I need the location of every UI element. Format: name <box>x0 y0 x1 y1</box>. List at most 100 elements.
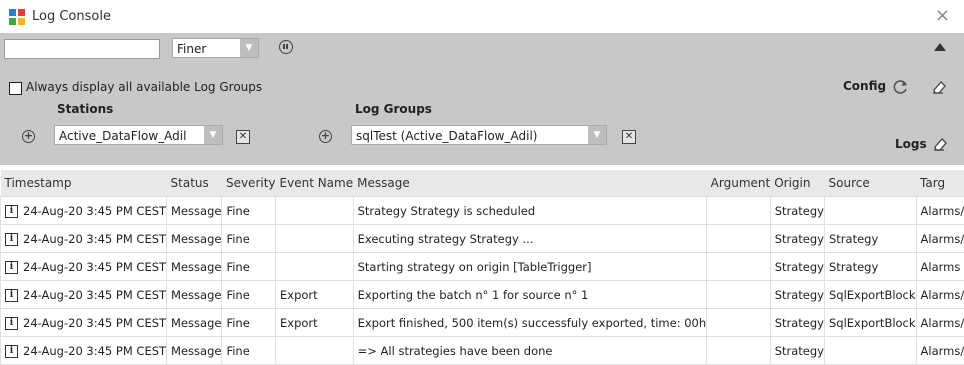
table-cell: i24-Aug-20 3:45 PM CEST <box>1 197 167 225</box>
cell-text: => All strategies have been done <box>358 344 553 358</box>
column-header[interactable]: Status <box>167 170 222 197</box>
cell-text: Strategy Strategy is scheduled <box>358 204 536 218</box>
cell-text: Fine <box>226 204 249 218</box>
station-select[interactable]: Active_DataFlow_Adil ▼ <box>54 125 223 145</box>
cell-text: Starting strategy on origin [TableTrigge… <box>358 260 592 274</box>
cell-text: Message <box>171 316 221 330</box>
column-header[interactable]: Event Name <box>276 170 354 197</box>
close-icon[interactable]: × <box>935 7 950 25</box>
config-label: Config <box>843 79 886 93</box>
column-header[interactable]: Severity <box>222 170 276 197</box>
logs-label: Logs <box>895 137 927 151</box>
table-row[interactable]: i24-Aug-20 3:45 PM CESTMessageFine=> All… <box>1 337 964 365</box>
table-cell: i24-Aug-20 3:45 PM CEST <box>1 225 167 253</box>
cell-text: Export <box>280 316 318 330</box>
info-icon: i <box>5 345 18 358</box>
station-select-value: Active_DataFlow_Adil <box>59 129 186 143</box>
collapse-arrow-icon[interactable] <box>934 43 946 51</box>
filter-input[interactable] <box>4 39 160 59</box>
cell-text: Alarms/I <box>921 232 964 246</box>
table-row[interactable]: i24-Aug-20 3:45 PM CESTMessageFineExecut… <box>1 225 964 253</box>
cell-text: Message <box>171 204 221 218</box>
chevron-down-icon: ▼ <box>204 126 222 144</box>
table-cell: Fine <box>222 309 276 337</box>
table-cell: Starting strategy on origin [TableTrigge… <box>353 253 707 281</box>
table-cell <box>707 309 771 337</box>
pause-icon[interactable] <box>279 40 293 54</box>
table-cell: Strategy <box>770 225 824 253</box>
cell-text: Fine <box>226 232 249 246</box>
cell-text: 24-Aug-20 3:45 PM CEST <box>23 288 166 302</box>
cell-text: Fine <box>226 288 249 302</box>
clear-logs-icon[interactable] <box>932 136 948 152</box>
table-cell: Strategy <box>770 197 824 225</box>
table-cell <box>707 281 771 309</box>
chevron-down-icon: ▼ <box>240 39 258 57</box>
remove-log-group-icon[interactable]: ✕ <box>622 130 636 144</box>
table-cell: i24-Aug-20 3:45 PM CEST <box>1 337 167 365</box>
cell-text: 24-Aug-20 3:45 PM CEST <box>23 316 166 330</box>
cell-text: 24-Aug-20 3:45 PM CEST <box>23 232 166 246</box>
cell-text: SqlExportBlock <box>829 288 916 302</box>
table-cell <box>276 337 354 365</box>
column-header[interactable]: Origin <box>770 170 824 197</box>
table-header-row: Timestamp Status Severity Event Name Mes… <box>1 170 964 197</box>
table-cell: Fine <box>222 337 276 365</box>
column-header[interactable]: Message <box>353 170 707 197</box>
cell-text: Strategy <box>829 260 878 274</box>
table-row[interactable]: i24-Aug-20 3:45 PM CESTMessageFineExport… <box>1 309 964 337</box>
table-cell: Alarms/I <box>916 337 964 365</box>
table-cell: Fine <box>222 197 276 225</box>
table-row[interactable]: i24-Aug-20 3:45 PM CESTMessageFineStarti… <box>1 253 964 281</box>
chevron-down-icon: ▼ <box>588 126 606 144</box>
stations-heading: Stations <box>57 102 113 116</box>
window-title: Log Console <box>32 9 111 24</box>
cell-text: Strategy <box>775 316 824 330</box>
log-console-app-icon <box>9 9 25 25</box>
column-header[interactable]: Source <box>825 170 917 197</box>
table-cell <box>276 225 354 253</box>
table-cell: Message <box>167 309 222 337</box>
table-cell: Strategy <box>825 253 917 281</box>
table-cell: Message <box>167 281 222 309</box>
add-station-icon[interactable]: + <box>22 130 35 143</box>
table-cell: Strategy <box>770 281 824 309</box>
table-cell <box>707 197 771 225</box>
table-cell <box>825 197 917 225</box>
table-cell: Fine <box>222 253 276 281</box>
table-cell <box>707 253 771 281</box>
cell-text: Strategy <box>775 344 824 358</box>
log-group-select[interactable]: sqlTest (Active_DataFlow_Adil) ▼ <box>351 125 607 145</box>
cell-text: Export finished, 500 item(s) successfuly… <box>358 316 707 330</box>
info-icon: i <box>5 289 18 302</box>
table-row[interactable]: i 24-Aug-20 3:45 PM CEST Message Fine Export… <box>1 281 964 309</box>
table-cell: Executing strategy Strategy ... <box>353 225 707 253</box>
clear-config-icon[interactable] <box>931 79 947 95</box>
cell-text: Strategy <box>775 288 824 302</box>
cell-text: Export <box>280 288 318 302</box>
cell-text: Strategy <box>775 204 824 218</box>
add-log-group-icon[interactable]: + <box>319 130 332 143</box>
always-display-checkbox[interactable] <box>9 82 22 95</box>
cell-text: Alarms/I <box>921 288 964 302</box>
table-cell <box>707 337 771 365</box>
cell-text: Strategy <box>829 232 878 246</box>
level-select[interactable]: Finer ▼ <box>172 38 259 58</box>
cell-text: Fine <box>226 260 249 274</box>
column-header[interactable]: Timestamp <box>1 170 167 197</box>
column-header[interactable]: Targ <box>916 170 964 197</box>
cell-text: Message <box>171 288 221 302</box>
remove-station-icon[interactable]: ✕ <box>236 130 250 144</box>
table-cell: SqlExportBlock <box>825 281 917 309</box>
table-cell: Strategy <box>770 253 824 281</box>
log-table: Timestamp Status Severity Event Name Mes… <box>0 170 964 365</box>
table-cell: Alarms/I <box>916 197 964 225</box>
table-cell: i 24-Aug-20 3:45 PM CEST <box>1 281 167 309</box>
table-cell: SqlExportBlock <box>825 309 917 337</box>
table-row[interactable]: i24-Aug-20 3:45 PM CEST Message Fine Strate… <box>1 197 964 225</box>
refresh-icon[interactable] <box>893 79 909 95</box>
table-cell <box>707 225 771 253</box>
table-cell: Exporting the batch n° 1 for source n° 1 <box>353 281 707 309</box>
cell-text: Fine <box>226 344 249 358</box>
column-header[interactable]: Argument <box>707 170 771 197</box>
